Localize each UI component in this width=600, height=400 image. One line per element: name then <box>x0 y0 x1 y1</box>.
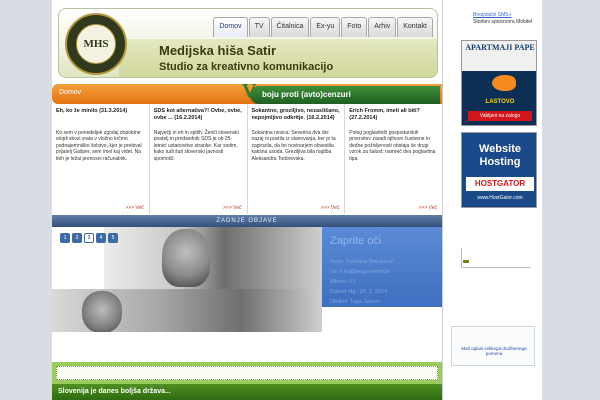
slogan-banner: boju proti (avto)cenzuri <box>250 86 440 104</box>
nav-tab-kontakt[interactable]: Kontakt <box>397 17 433 37</box>
article-title[interactable]: SDS kot alternativa?! Ovbe, ovbe, ovbe .… <box>154 108 243 128</box>
nav-tab-citalnica[interactable]: Čitalnica <box>270 17 310 37</box>
portrait-photo <box>162 229 210 287</box>
pager-page-4[interactable]: 4 <box>96 233 106 243</box>
article-title[interactable]: Erich Fromm, imeti ali biti? (27.2.2014) <box>349 108 438 128</box>
read-more-link[interactable]: >>> Več <box>125 205 144 211</box>
nav-tab-foto[interactable]: Foto <box>341 17 368 37</box>
portrait-photo <box>82 291 122 332</box>
site-subtitle: Studio za kreativno komunikacijo <box>159 61 334 73</box>
article-title[interactable]: Eh, ko že minilo (31.3.2014) <box>56 108 145 128</box>
article-card: Erich Fromm, imeti ali biti? (27.2.2014)… <box>345 104 442 214</box>
footer-headline[interactable]: Slovenija je danes boljša država... <box>52 384 442 400</box>
pager-page-5[interactable]: 5 <box>108 233 118 243</box>
article-title[interactable]: Sokantno, groziljivo, nezaslišano, nepoj… <box>252 108 341 128</box>
article-excerpt: Ko sem v ponedeljek zgodaj dopoldne stop… <box>56 130 142 162</box>
sms-link[interactable]: Brezplačni SMS-i <box>473 12 511 18</box>
sponsor-text: Storitev sponzorira Mobitel <box>473 19 533 25</box>
read-more-link[interactable]: >>> Več <box>321 205 340 211</box>
article-card: Eh, ko že minilo (31.3.2014) Ko sem v po… <box>52 104 150 214</box>
nav-tab-tv[interactable]: TV <box>248 17 270 37</box>
green-dotted-box <box>56 366 438 380</box>
slider-pager: 1 2 3 4 5 <box>60 233 118 243</box>
pager-page-1[interactable]: 1 <box>60 233 70 243</box>
ad-url: www.HostGator.com <box>477 195 523 201</box>
feature-meta-line: Vir: s knjižnega področja <box>330 269 390 275</box>
read-more-link[interactable]: >>> Več <box>223 205 242 211</box>
feature-meta: Avtor: Svetlana Makarovič Vir: s knjižne… <box>330 257 394 307</box>
article-excerpt: Največji in eh in spitih. Ženči slovensk… <box>153 130 239 162</box>
main-page: MHS Medijska hiša Satir Studio za kreati… <box>52 0 442 400</box>
feature-meta-line: Datum obj.: 26. 2. 2014 <box>330 289 388 295</box>
article-card: SDS kot alternativa?! Ovbe, ovbe, ovbe .… <box>149 104 248 214</box>
feature-meta-line: Avtor: Svetlana Makarovič <box>330 259 394 265</box>
feature-title[interactable]: Zaprite oči <box>330 235 381 247</box>
breadcrumb-home[interactable]: Domov <box>59 89 81 96</box>
feature-panel[interactable]: Zaprite oči Avtor: Svetlana Makarovič Vi… <box>322 227 442 307</box>
slogan-v-letter: V <box>242 80 257 102</box>
ad-label: LASTOVO <box>485 99 515 105</box>
apartments-ad[interactable]: APARTMAJI PAPE LASTOVO Vabljeni na zalog… <box>461 40 537 126</box>
widget-marker <box>463 260 469 263</box>
ad-cta[interactable]: Vabljeni na zalogo <box>468 111 532 121</box>
article-row: Eh, ko že minilo (31.3.2014) Ko sem v po… <box>52 104 442 214</box>
article-excerpt: Sokantna novica: Severina dva dni nazaj … <box>251 130 336 162</box>
article-card: Sokantno, groziljivo, nezaslišano, nepoj… <box>247 104 346 214</box>
nav-tab-domov[interactable]: Domov <box>213 17 248 37</box>
article-excerpt: Poleg poglavitnih gospodarskih prvenstev… <box>349 130 436 162</box>
pager-page-2[interactable]: 2 <box>72 233 82 243</box>
read-more-link[interactable]: >>> Več <box>419 205 438 211</box>
nav-tab-ex-yu[interactable]: Ex-yu <box>310 17 341 37</box>
fish-icon <box>492 75 516 91</box>
main-nav: Domov TV Čitalnica Ex-yu Foto Arhiv Kont… <box>213 17 433 37</box>
nav-tab-arhiv[interactable]: Arhiv <box>368 17 397 37</box>
site-title: Medijska hiša Satir <box>159 43 277 58</box>
image-slider[interactable]: 1 2 3 4 5 <box>52 227 322 332</box>
site-logo[interactable]: MHS <box>65 13 127 75</box>
hosting-ad[interactable]: Website Hosting HOSTGATOR www.HostGator.… <box>461 132 537 208</box>
widget-frame <box>461 248 531 268</box>
feature-meta-line: Oblikel: Tuga Zaleno <box>330 299 381 305</box>
site-header: MHS Medijska hiša Satir Studio za kreati… <box>58 8 438 78</box>
pager-page-3[interactable]: 3 <box>84 233 94 243</box>
ad-title: Website Hosting <box>479 143 521 168</box>
ad-brand: HOSTGATOR <box>466 177 534 191</box>
slider-photo <box>104 227 322 289</box>
feature-meta-line: Album: XX <box>330 279 356 285</box>
logo-text: MHS <box>76 24 116 64</box>
right-sidebar: Brezplačni SMS-i Storitev sponzorira Mob… <box>442 0 542 400</box>
latest-posts-heading: ZADNJE OBJAVE <box>52 215 442 227</box>
ad-title: APARTMAJI PAPE <box>465 43 535 52</box>
classifieds-text[interactable]: Mali oglasi velikega družbenega pomena <box>455 346 533 356</box>
